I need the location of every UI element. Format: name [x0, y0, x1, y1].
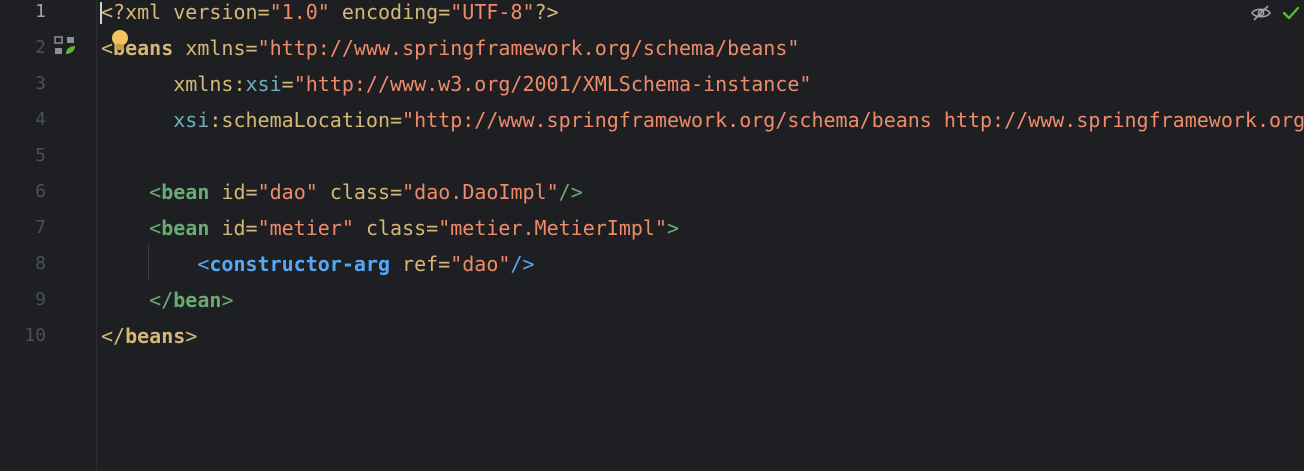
code-line-7: <bean id="metier" class="metier.MetierIm…: [149, 216, 680, 240]
attribute-name: ref: [402, 252, 439, 276]
xml-decl-attr: encoding: [341, 0, 439, 24]
line-number: 1: [35, 1, 46, 22]
tag-open-bracket: <: [197, 252, 210, 276]
xml-decl-value: "UTF-8": [450, 0, 535, 24]
tag-name: constructor-arg: [209, 252, 390, 276]
xml-decl-value: "1.0": [269, 0, 330, 24]
tag-open-bracket: <: [149, 180, 162, 204]
tag-close: >: [221, 288, 234, 312]
spring-bean-icon[interactable]: [54, 36, 76, 56]
checkmark-icon[interactable]: [1282, 4, 1300, 22]
xml-decl-close: ?>: [534, 0, 559, 24]
attribute-value: "dao": [257, 180, 318, 204]
tag-close: />: [558, 180, 583, 204]
line-gutter[interactable]: 1 2 3 4 5 6 7 8 9 10: [0, 0, 97, 471]
tag-close: />: [510, 252, 535, 276]
line-number: 3: [35, 73, 46, 94]
line-number: 8: [35, 253, 46, 274]
eye-crossed-icon[interactable]: [1250, 4, 1272, 22]
attribute-name: xmlns: [185, 36, 246, 60]
attribute-name: schemaLocation: [221, 108, 390, 132]
code-area[interactable]: <?xml version="1.0" encoding="UTF-8"?> <…: [101, 0, 1304, 471]
xml-decl-open: <?: [101, 0, 126, 24]
code-line-6: <bean id="dao" class="dao.DaoImpl"/>: [149, 180, 583, 204]
attribute-value: "metier": [257, 216, 354, 240]
attribute-value: "dao.DaoImpl": [402, 180, 559, 204]
attribute-value: "http://www.w3.org/2001/XMLSchema-instan…: [293, 72, 812, 96]
attribute-namespace: xsi: [245, 72, 282, 96]
lightbulb-base: [116, 44, 124, 50]
tag-name: bean: [173, 288, 222, 312]
code-editor[interactable]: 1 2 3 4 5 6 7 8 9 10 <?xml version="1.0"…: [0, 0, 1304, 471]
xml-decl-name: xml: [125, 0, 162, 24]
attribute-name: id: [221, 216, 246, 240]
code-line-8: <constructor-arg ref="dao"/>: [197, 252, 535, 276]
attribute-name: xmlns: [173, 72, 234, 96]
attribute-name: id: [221, 180, 246, 204]
code-line-1: <?xml version="1.0" encoding="UTF-8"?>: [101, 0, 559, 24]
tag-open-bracket: </: [101, 324, 126, 348]
tag-name: bean: [161, 216, 210, 240]
line-number: 7: [35, 217, 46, 238]
tag-close: >: [667, 216, 680, 240]
tag-open-bracket: <: [149, 216, 162, 240]
tag-name: bean: [161, 180, 210, 204]
attribute-value: "metier.MetierImpl": [438, 216, 667, 240]
attribute-value: "dao": [450, 252, 511, 276]
line-number: 6: [35, 181, 46, 202]
code-line-10: </beans>: [101, 324, 197, 360]
line-number: 5: [35, 145, 46, 166]
attribute-name: class: [365, 216, 427, 240]
line-number: 4: [35, 109, 46, 130]
tag-close: >: [185, 324, 198, 348]
code-line-4: xsi:schemaLocation="http://www.springfra…: [101, 108, 1304, 144]
attribute-namespace: xsi: [173, 108, 210, 132]
code-line-9: </bean>: [101, 288, 233, 324]
xml-decl-attr: version: [173, 0, 258, 24]
tag-name: beans: [125, 324, 186, 348]
tag-open-bracket: </: [149, 288, 174, 312]
line-number: 2: [35, 37, 46, 58]
code-line-3: xmlns:xsi="http://www.w3.org/2001/XMLSch…: [173, 72, 812, 96]
editor-status-widget: [1240, 0, 1304, 26]
attribute-value: "http://www.springframework.org/schema/b…: [257, 36, 800, 60]
line-number: 9: [35, 289, 46, 310]
line-number: 10: [24, 325, 46, 346]
code-line-2: <beans xmlns="http://www.springframework…: [101, 36, 800, 60]
attribute-value: "http://www.springframework.org/schema/b…: [402, 108, 1304, 132]
attribute-name: class: [329, 180, 391, 204]
